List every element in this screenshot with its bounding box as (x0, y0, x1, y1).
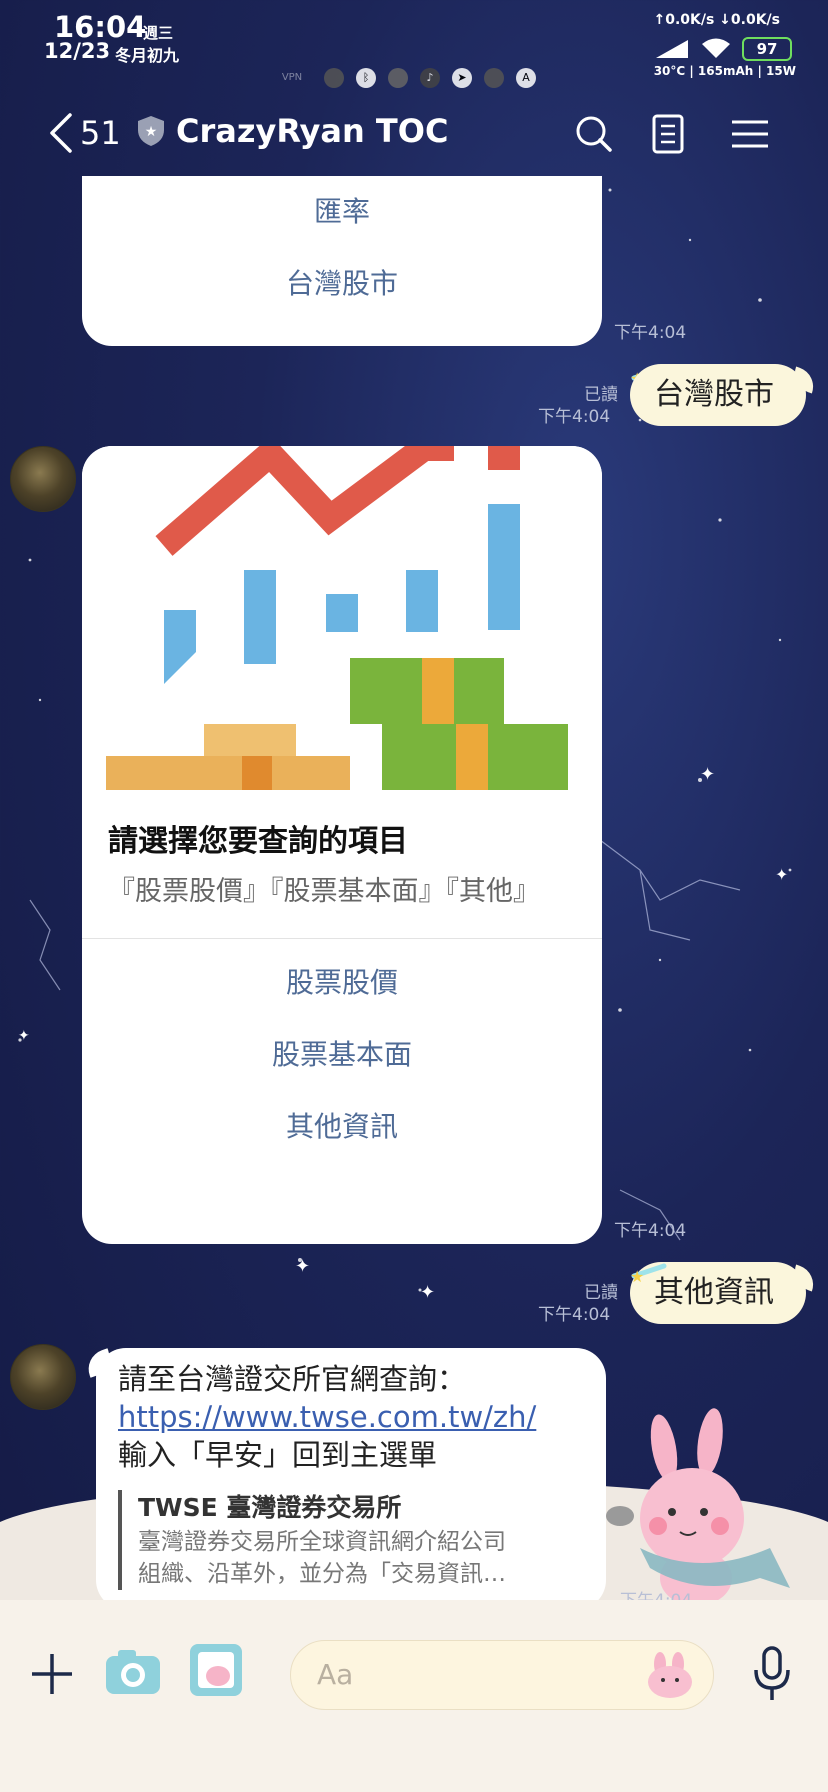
bot-avatar[interactable] (10, 446, 76, 512)
battery-indicator: 97 (742, 37, 792, 61)
chat-header: 51 ★ CrazyRyan TOC (0, 100, 828, 166)
wifi-icon (702, 38, 730, 58)
message-time: 下午4:04 (538, 1305, 611, 1325)
status-lunar-date: 冬月初九 (115, 46, 180, 65)
app-notification-icon: A (516, 68, 536, 88)
message-time: 下午4:04 (614, 323, 687, 343)
camera-icon[interactable] (104, 1646, 162, 1698)
bluetooth-icon: ᛒ (356, 68, 376, 88)
svg-text:✦: ✦ (18, 1028, 30, 1044)
user-message-text: 台灣股市 (654, 377, 774, 412)
sticker-icon[interactable] (644, 1652, 696, 1698)
telegram-icon: ➤ (452, 68, 472, 88)
shooting-star-decoration: ★ (630, 1263, 667, 1286)
user-message-bubble: 台灣股市 (630, 364, 806, 426)
chevron-left-icon (50, 113, 72, 153)
link-preview-description: 臺灣證券交易所全球資訊網介紹公司 (138, 1529, 506, 1555)
card-button-exchange-rate[interactable]: 匯率 (82, 176, 602, 248)
user-message-text: 其他資訊 (654, 1275, 774, 1310)
message-time: 下午4:04 (614, 1221, 687, 1241)
bot-message-line: 請至台灣證交所官網查詢： (118, 1362, 467, 1396)
svg-text:★: ★ (145, 124, 158, 140)
status-notification-icons: VPN ᛒ ♪ ➤ A (272, 68, 536, 88)
back-button[interactable]: 51 (48, 110, 128, 156)
bot-message-bubble: 請至台灣證交所官網查詢： https://www.twse.com.tw/zh/… (96, 1348, 606, 1610)
app-notification-icon (324, 68, 344, 88)
status-bar: 16:04 週三 12/23 冬月初九 ↑0.0K/s ↓0.0K/s 97 3… (0, 0, 828, 100)
app-notification-icon (484, 68, 504, 88)
card-button-stock-price[interactable]: 股票股價 (82, 947, 602, 1019)
app-notification-icon (388, 68, 408, 88)
stock-chart-illustration (82, 446, 602, 790)
svg-text:✦: ✦ (700, 764, 715, 785)
card-title: 請選擇您要查詢的項目 (108, 824, 408, 859)
status-network-speed: ↑0.0K/s ↓0.0K/s (653, 12, 780, 28)
message-input-bar: Aa (0, 1600, 828, 1792)
menu-card: 請選擇您要查詢的項目 『股票股價』『股票基本面』『其他』 股票股價 股票基本面 … (82, 446, 602, 1244)
vpn-icon: VPN (281, 72, 303, 83)
message-time: 下午4:04 (538, 407, 611, 427)
status-device-info: 30°C | 165mAh | 15W (653, 64, 796, 78)
card-button-other-info[interactable]: 其他資訊 (82, 1091, 602, 1163)
signal-icon (656, 40, 688, 58)
microphone-icon[interactable] (752, 1646, 792, 1702)
card-description: 『股票股價』『股票基本面』『其他』 (108, 876, 540, 907)
svg-text:★: ★ (630, 1267, 644, 1286)
link-preview-title: TWSE 臺灣證券交易所 (138, 1493, 402, 1522)
status-weekday: 週三 (143, 24, 174, 42)
card-button-taiwan-stock[interactable]: 台灣股市 (82, 248, 602, 320)
verified-shield-icon: ★ (138, 116, 164, 146)
unread-count: 51 (80, 114, 121, 152)
card-button-stock-fundamentals[interactable]: 股票基本面 (82, 1019, 602, 1091)
notes-icon[interactable] (646, 112, 690, 156)
svg-text:✦: ✦ (775, 865, 788, 884)
bot-message-line: 輸入「早安」回到主選單 (118, 1438, 438, 1472)
status-date: 12/23 (44, 39, 111, 63)
chat-title: ★ CrazyRyan TOC (136, 112, 448, 150)
tiktok-icon: ♪ (420, 68, 440, 88)
plus-icon[interactable] (28, 1650, 76, 1698)
link-preview[interactable]: TWSE 臺灣證券交易所 臺灣證券交易所全球資訊網介紹公司 組織、沿革外，並分為… (118, 1490, 584, 1590)
svg-text:✦: ✦ (420, 1282, 435, 1303)
bot-avatar[interactable] (10, 1344, 76, 1410)
twse-link[interactable]: https://www.twse.com.tw/zh/ (118, 1398, 584, 1436)
quick-reply-card: 匯率 台灣股市 (82, 176, 602, 346)
svg-text:✦: ✦ (295, 1256, 310, 1277)
search-icon[interactable] (572, 112, 616, 156)
menu-icon[interactable] (728, 112, 772, 156)
image-icon[interactable] (188, 1642, 244, 1698)
link-preview-description: 組織、沿革外，並分為「交易資訊… (138, 1561, 506, 1587)
chat-title-text: CrazyRyan TOC (176, 112, 449, 150)
